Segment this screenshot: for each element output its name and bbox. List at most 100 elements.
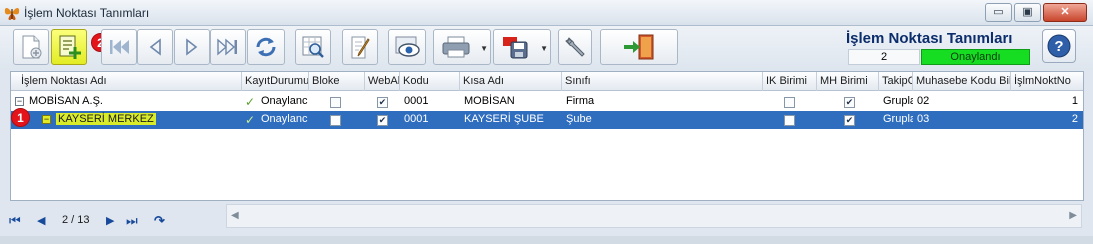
- col-header-bloke[interactable]: Bloke: [309, 72, 365, 91]
- maximize-icon: ▣: [1022, 6, 1033, 18]
- record-grid[interactable]: İşlem Noktası Adı KayıtDurumu Bloke WebA…: [10, 71, 1084, 201]
- cell-kisa-adi: KAYSERİ ŞUBE: [464, 113, 544, 125]
- record-number-field: 2: [848, 49, 920, 65]
- cell-sinifi: Şube: [566, 113, 592, 125]
- minimize-button[interactable]: ▭: [985, 3, 1012, 22]
- edit-button[interactable]: [342, 29, 378, 65]
- col-header-sinifi[interactable]: Sınıfı: [562, 72, 763, 91]
- collapse-icon[interactable]: −: [42, 115, 51, 124]
- nav-prev-icon[interactable]: ◀: [37, 214, 45, 227]
- cell-muhasebe: 03: [917, 113, 930, 125]
- mh-checkbox[interactable]: ✔: [844, 97, 855, 108]
- cell-status: Onaylanc: [261, 95, 308, 107]
- grid-search-button[interactable]: [295, 29, 331, 65]
- horizontal-scrollbar[interactable]: ◀ ▶: [226, 204, 1082, 228]
- cell-takip: Grupla: [883, 113, 913, 125]
- bloke-checkbox[interactable]: [330, 115, 341, 126]
- toolbar: 2: [0, 26, 1093, 70]
- cell-status: Onaylanc: [261, 113, 308, 125]
- first-record-button[interactable]: [101, 29, 137, 65]
- window-title: İşlem Noktası Tanımları: [24, 6, 150, 20]
- cell-muhasebe: 02: [917, 95, 930, 107]
- butterfly-icon: [4, 8, 20, 20]
- prev-record-icon: [149, 38, 161, 56]
- exit-button[interactable]: [600, 29, 678, 65]
- preview-button[interactable]: [388, 29, 426, 65]
- edit-icon: [351, 36, 370, 59]
- record-position: 2 / 13: [62, 214, 90, 226]
- approved-check-icon: ✓: [245, 113, 256, 127]
- prev-record-button[interactable]: [137, 29, 173, 65]
- last-record-button[interactable]: [210, 29, 246, 65]
- new-button[interactable]: [13, 29, 49, 65]
- col-header-status[interactable]: KayıtDurumu: [242, 72, 309, 91]
- cell-kodu: 0001: [404, 113, 429, 125]
- col-header-ik-birimi[interactable]: IK Birimi: [763, 72, 817, 91]
- refresh-icon: [256, 37, 276, 57]
- cell-name: KAYSERİ MERKEZ: [53, 111, 242, 129]
- collapse-icon[interactable]: −: [15, 97, 24, 106]
- col-header-islem-no[interactable]: İşlmNoktNo: [1011, 72, 1083, 91]
- cell-takip: Grupla: [883, 95, 913, 107]
- new-document-icon: [22, 35, 42, 59]
- preview-icon: [395, 36, 420, 57]
- col-header-web[interactable]: WebAl: [365, 72, 400, 91]
- web-checkbox[interactable]: ✔: [377, 97, 388, 108]
- mh-checkbox[interactable]: ✔: [844, 115, 855, 126]
- maximize-button[interactable]: ▣: [1014, 3, 1041, 22]
- cell-sinifi: Firma: [566, 95, 595, 107]
- scroll-right-icon[interactable]: ▶: [1069, 210, 1077, 221]
- add-sub-item-button[interactable]: [51, 29, 87, 65]
- help-icon: ?: [1047, 34, 1071, 58]
- approved-check-icon: ✓: [245, 95, 256, 109]
- col-header-takip[interactable]: TakipG: [879, 72, 913, 91]
- search-grid-icon: [302, 36, 324, 58]
- settings-icon: [565, 37, 585, 57]
- print-button[interactable]: ▼: [433, 29, 491, 65]
- col-header-kisa-adi[interactable]: Kısa Adı: [460, 72, 562, 91]
- last-record-icon: [217, 38, 237, 56]
- print-icon: [442, 36, 470, 58]
- exit-icon: [624, 34, 654, 60]
- col-header-muhasebe[interactable]: Muhasebe Kodu Bile: [913, 72, 1011, 91]
- refresh-button[interactable]: [247, 29, 285, 65]
- col-header-mh-birimi[interactable]: MH Birimi: [817, 72, 879, 91]
- bloke-checkbox[interactable]: [330, 97, 341, 108]
- first-record-icon: [110, 40, 129, 54]
- title-bar: İşlem Noktası Tanımları ▭ ▣ ✕: [0, 0, 1093, 26]
- cell-kisa-adi: MOBİSAN: [464, 95, 515, 107]
- minimize-icon: ▭: [993, 6, 1004, 18]
- next-record-button[interactable]: [174, 29, 210, 65]
- print-dropdown-icon[interactable]: ▼: [480, 44, 488, 53]
- add-child-icon: [59, 35, 81, 59]
- col-header-name[interactable]: İşlem Noktası Adı: [11, 72, 242, 91]
- web-checkbox[interactable]: ✔: [377, 115, 388, 126]
- callout-marker-1: 1: [11, 108, 30, 127]
- svg-text:?: ?: [1054, 38, 1063, 55]
- scroll-left-icon[interactable]: ◀: [231, 210, 239, 221]
- ik-checkbox[interactable]: [784, 97, 795, 108]
- nav-refresh-icon[interactable]: ↷: [154, 213, 165, 229]
- nav-last-icon[interactable]: ⏭: [126, 213, 138, 229]
- close-icon: ✕: [1060, 6, 1070, 18]
- status-strip: [0, 236, 1093, 244]
- export-dropdown-icon[interactable]: ▼: [540, 44, 548, 53]
- panel-title: İşlem Noktası Tanımları: [846, 30, 1013, 47]
- cell-kodu: 0001: [404, 95, 429, 107]
- highlighted-name: KAYSERİ MERKEZ: [56, 113, 156, 125]
- record-status-badge: Onaylandı: [921, 49, 1030, 65]
- close-button[interactable]: ✕: [1043, 3, 1087, 22]
- grid-header: İşlem Noktası Adı KayıtDurumu Bloke WebA…: [11, 72, 1083, 91]
- ik-checkbox[interactable]: [784, 115, 795, 126]
- table-row-selected[interactable]: − KAYSERİ MERKEZ ✓ Onaylanc ✔ 0001 KAYSE…: [11, 111, 1083, 129]
- export-button[interactable]: ▼: [493, 29, 551, 65]
- table-row[interactable]: − MOBİSAN A.Ş. ✓ Onaylanc ✔ 0001 MOBİSAN…: [11, 93, 1083, 111]
- settings-button[interactable]: [558, 29, 592, 65]
- col-header-kodu[interactable]: Kodu: [400, 72, 460, 91]
- export-pdf-icon: [503, 37, 528, 59]
- nav-first-icon[interactable]: ⏮: [9, 213, 21, 229]
- cell-islem-no: 1: [1071, 95, 1078, 107]
- nav-next-icon[interactable]: ▶: [106, 214, 114, 227]
- cell-islem-no: 2: [1071, 113, 1078, 125]
- help-button[interactable]: ?: [1042, 29, 1076, 63]
